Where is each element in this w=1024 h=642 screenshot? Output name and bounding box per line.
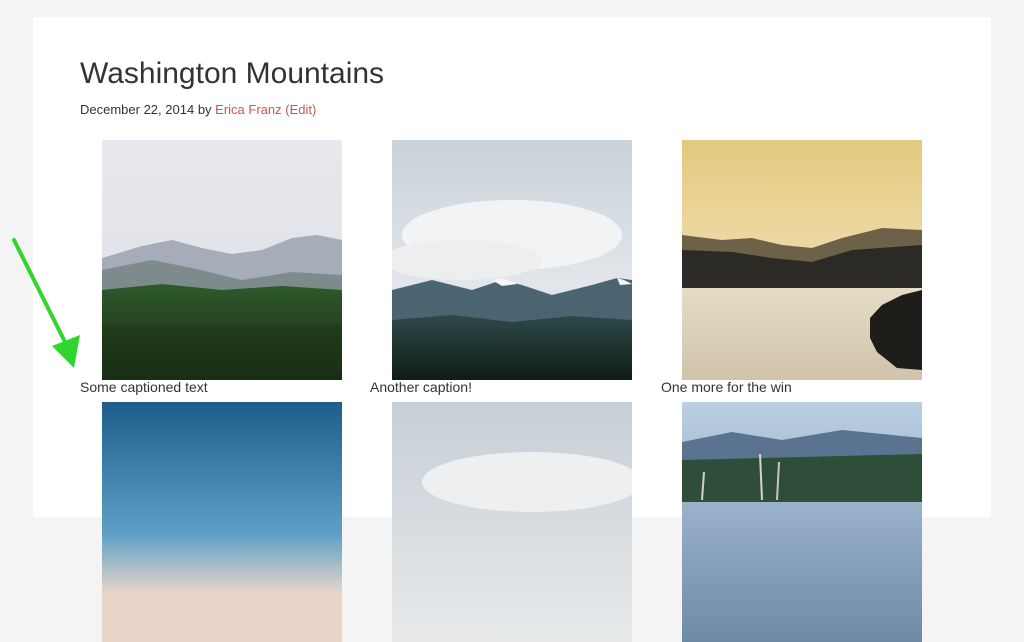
post-meta: December 22, 2014 by Erica Franz (Edit) [80, 102, 316, 118]
gallery-image-4[interactable] [102, 402, 342, 642]
edit-link[interactable]: (Edit) [285, 102, 316, 117]
post-by-label: by [197, 102, 212, 117]
gallery-image-5[interactable] [392, 402, 632, 642]
gallery-caption-1: Some captioned text [80, 379, 208, 395]
gallery-image-1[interactable] [102, 140, 342, 380]
gallery-image-2[interactable] [392, 140, 632, 380]
post-date[interactable]: December 22, 2014 [80, 102, 194, 117]
post-title: Washington Mountains [80, 57, 385, 90]
author-link[interactable]: Erica Franz [215, 102, 281, 117]
gallery-image-6[interactable] [682, 402, 922, 642]
gallery-caption-3: One more for the win [661, 379, 792, 395]
gallery-image-3[interactable] [682, 140, 922, 380]
gallery-caption-2: Another caption! [370, 379, 472, 395]
